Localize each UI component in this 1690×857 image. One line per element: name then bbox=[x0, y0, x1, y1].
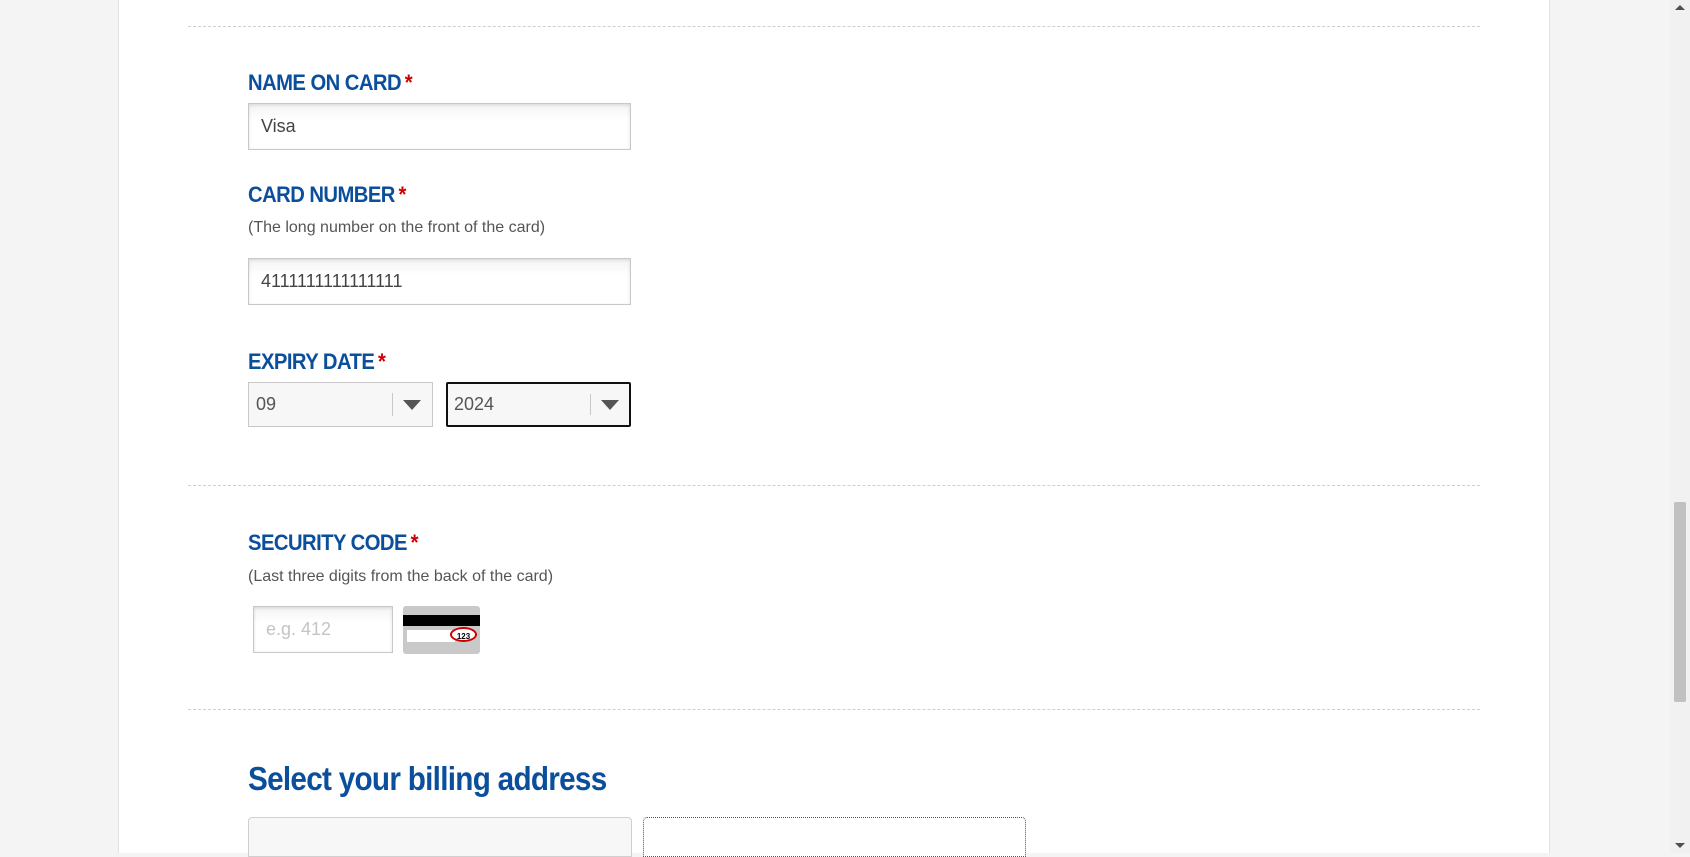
expiry-year-select[interactable]: 2024 bbox=[446, 382, 631, 427]
required-asterisk: * bbox=[404, 70, 413, 95]
expiry-month-select[interactable]: 09 bbox=[248, 382, 433, 427]
magnetic-strip bbox=[403, 615, 480, 626]
card-number-hint: (The long number on the front of the car… bbox=[248, 219, 546, 236]
billing-address-title: Select your billing address bbox=[248, 760, 607, 797]
security-code-hint: (Last three digits from the back of the … bbox=[248, 568, 554, 585]
card-number-label-text: CARD NUMBER bbox=[248, 182, 395, 207]
scroll-down-arrow-icon[interactable] bbox=[1675, 843, 1685, 848]
required-asterisk: * bbox=[410, 530, 419, 555]
card-back-cvv-icon: 123 bbox=[403, 606, 480, 654]
name-on-card-label: NAME ON CARD * bbox=[248, 70, 413, 96]
page-scrollbar[interactable] bbox=[1670, 0, 1690, 853]
security-code-input[interactable]: e.g. 412 bbox=[253, 606, 393, 653]
chevron-down-icon bbox=[601, 400, 619, 410]
security-code-label: SECURITY CODE * bbox=[248, 530, 418, 556]
expiry-year-value: 2024 bbox=[454, 394, 495, 414]
scrollbar-thumb[interactable] bbox=[1674, 502, 1686, 702]
required-asterisk: * bbox=[377, 349, 386, 374]
select-separator bbox=[590, 394, 591, 415]
expiry-date-label-text: EXPIRY DATE bbox=[248, 349, 375, 374]
cvv-highlight: 123 bbox=[450, 627, 477, 642]
required-asterisk: * bbox=[398, 182, 407, 207]
name-on-card-label-text: NAME ON CARD bbox=[248, 70, 402, 95]
select-separator bbox=[392, 393, 393, 416]
billing-address-option-selected[interactable] bbox=[643, 817, 1026, 857]
chevron-down-icon bbox=[403, 400, 421, 410]
signature-strip bbox=[407, 630, 455, 642]
expiry-month-value: 09 bbox=[256, 394, 277, 414]
card-number-label: CARD NUMBER * bbox=[248, 182, 406, 208]
billing-address-option[interactable] bbox=[248, 817, 632, 857]
expiry-date-label: EXPIRY DATE * bbox=[248, 349, 386, 375]
card-number-input[interactable]: 4111111111111111 bbox=[248, 258, 631, 305]
section-divider bbox=[188, 709, 1480, 710]
section-divider bbox=[188, 26, 1480, 27]
security-code-label-text: SECURITY CODE bbox=[248, 530, 407, 555]
name-on-card-input[interactable]: Visa bbox=[248, 103, 631, 150]
section-divider bbox=[188, 485, 1480, 486]
scroll-up-arrow-icon[interactable] bbox=[1675, 5, 1685, 10]
